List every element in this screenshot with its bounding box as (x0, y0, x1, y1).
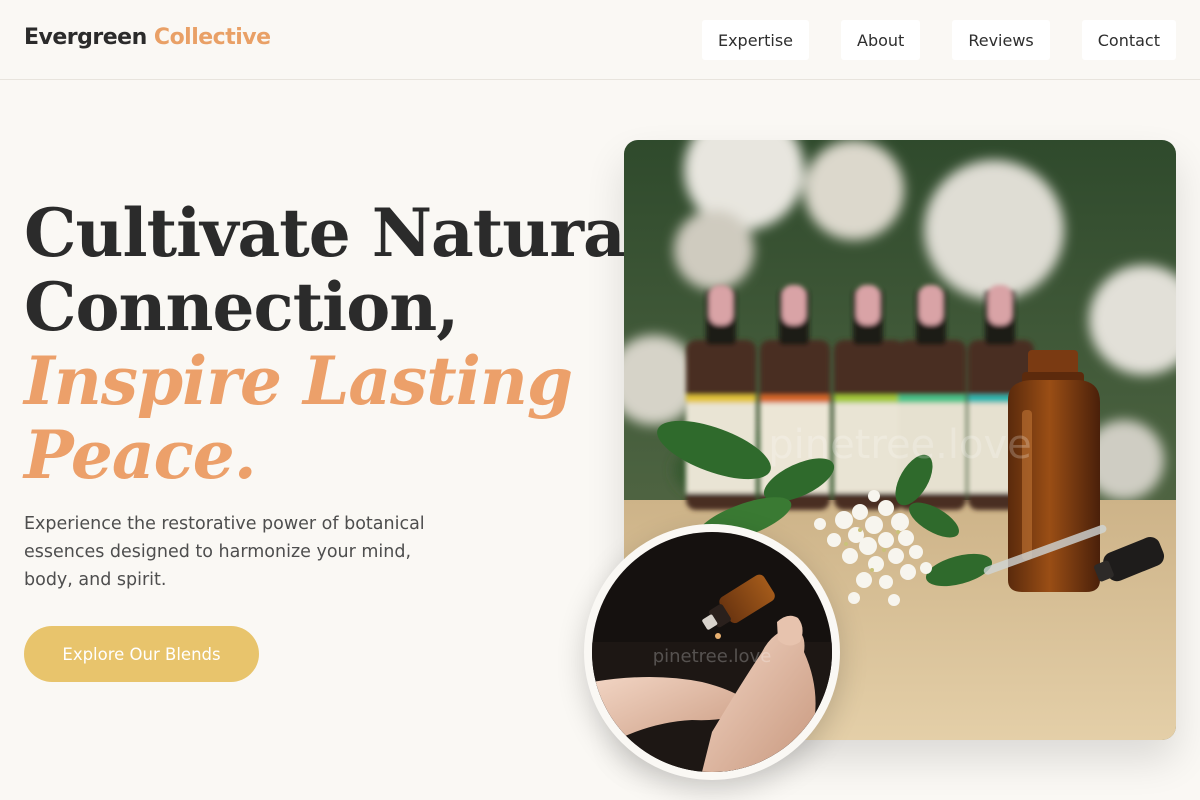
nav-link-reviews[interactable]: Reviews (952, 20, 1050, 60)
headline-line-2: Connection, (24, 268, 459, 346)
brand-name-accent: Collective (153, 25, 271, 50)
hero-headline: Cultivate Natural Connection, Inspire La… (24, 194, 650, 494)
headline-accent-line-2: Peace. (24, 416, 257, 494)
brand-name-primary: Evergreen (24, 25, 147, 50)
dropper-hand-photo: pinetree.love (592, 532, 832, 772)
nav-link-contact[interactable]: Contact (1081, 20, 1176, 60)
watermark-main: pinetree.love (768, 422, 1032, 468)
hero-lead-text: Experience the restorative power of bota… (24, 514, 425, 590)
site-header: Evergreen Collective Expertise About Rev… (0, 0, 1200, 80)
headline-accent-line-1: Inspire Lasting (24, 342, 573, 420)
nav-link-expertise[interactable]: Expertise (701, 20, 810, 60)
watermark-inset: pinetree.love (653, 646, 772, 667)
explore-blends-button[interactable]: Explore Our Blends (24, 626, 259, 682)
inset-photo: pinetree.love (584, 524, 840, 780)
headline-line-1: Cultivate Natural (24, 194, 650, 272)
brand-logo[interactable]: Evergreen Collective (24, 25, 271, 50)
main-nav: Expertise About Reviews Contact (701, 20, 1176, 60)
nav-link-about[interactable]: About (841, 20, 921, 60)
